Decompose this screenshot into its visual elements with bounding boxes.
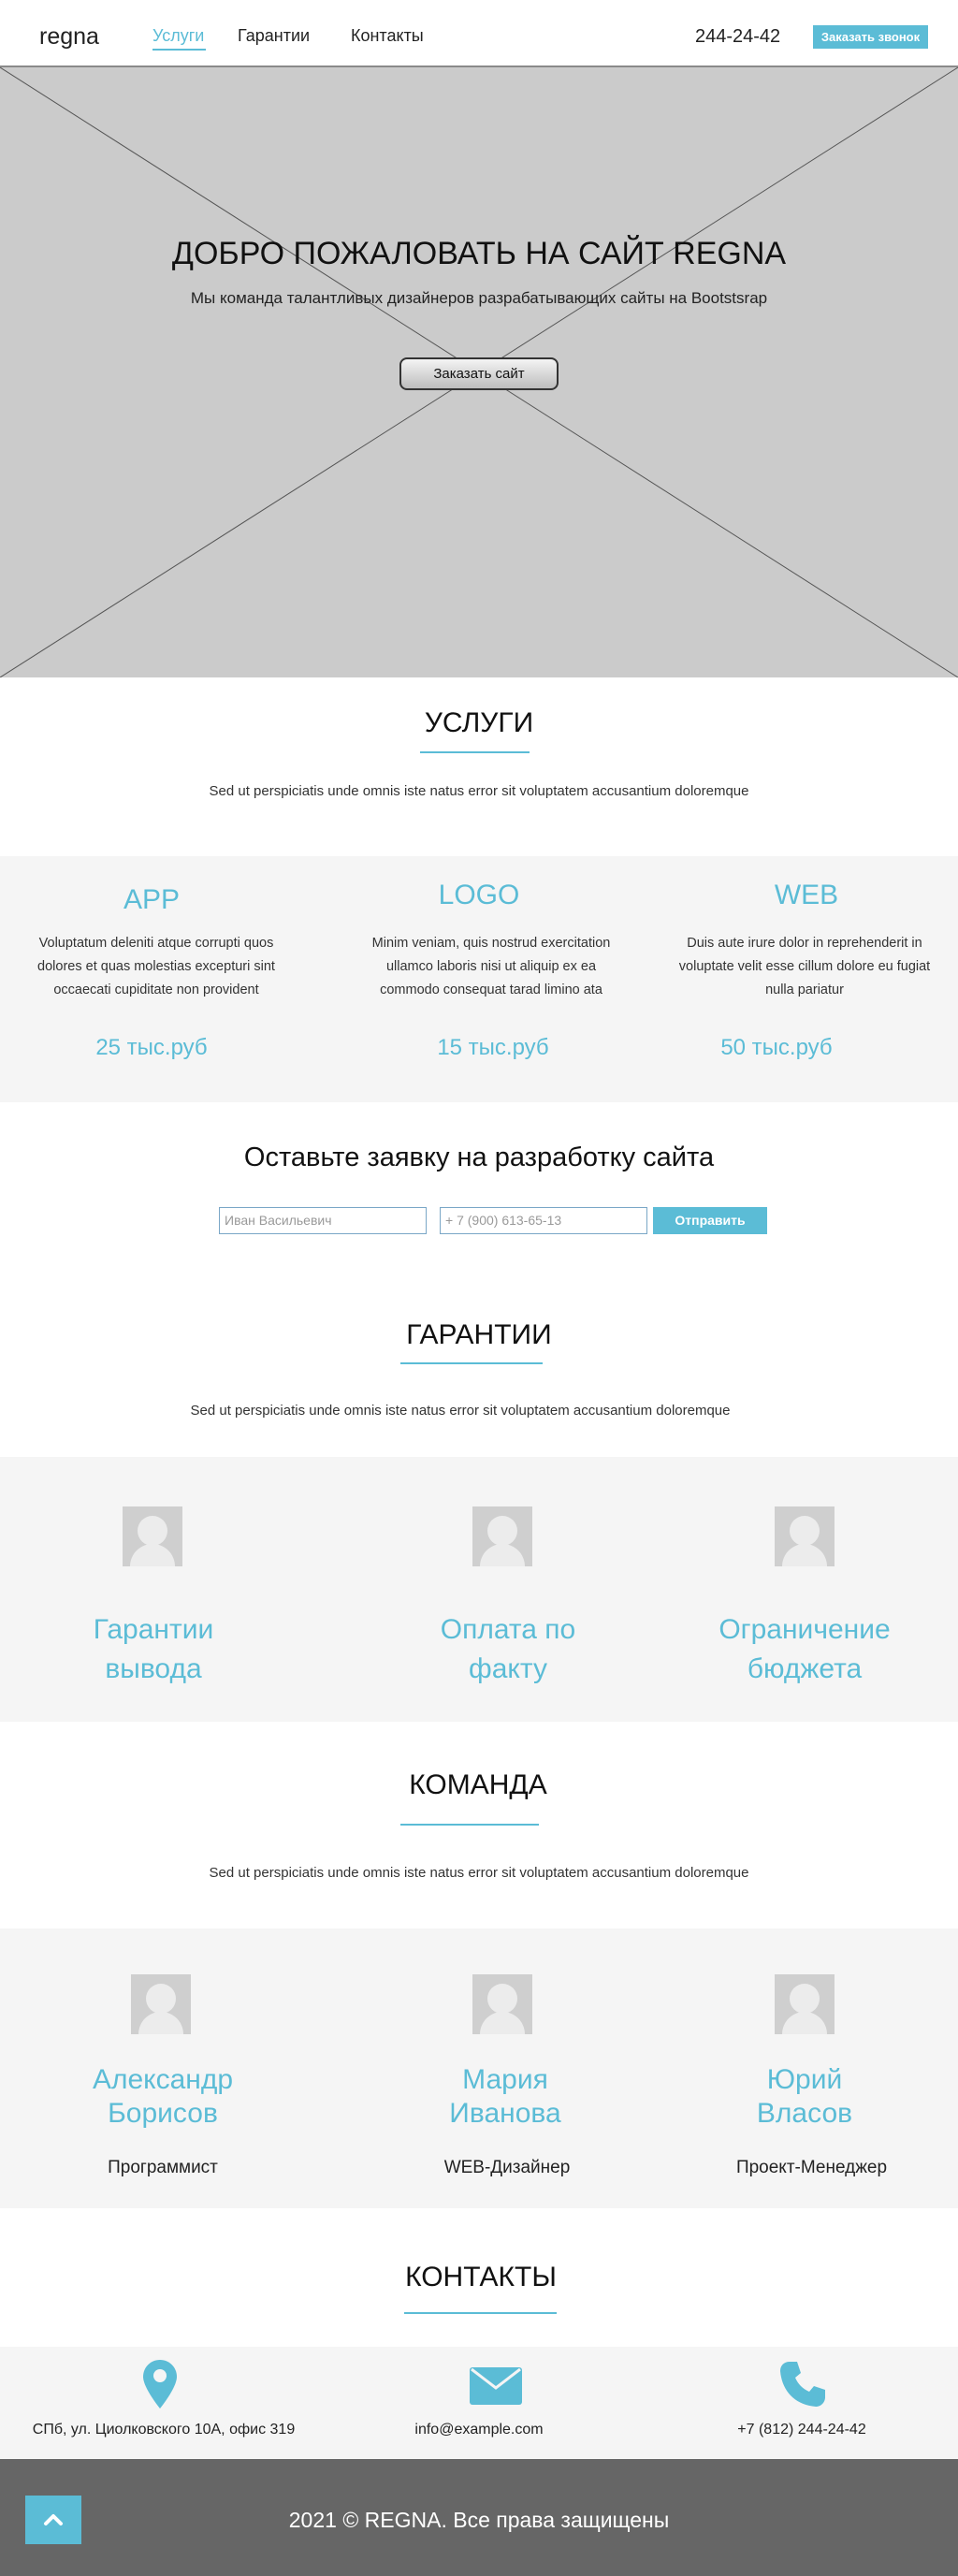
service-card-description: Voluptatum deleniti atque corrupti quos … <box>37 936 275 997</box>
team-member-last-name: Борисов <box>108 2098 218 2129</box>
contact-phone[interactable]: +7 (812) 244-24-42 <box>708 2422 895 2438</box>
team-member-name: Мария Иванова <box>393 2063 617 2131</box>
team-member-last-name: Власов <box>756 2098 853 2129</box>
site-header: regna Услуги Гарантии Контакты 244-24-42… <box>0 0 958 67</box>
team-member-role: Проект-Менеджер <box>735 2158 888 2177</box>
phone-icon[interactable] <box>778 2360 827 2409</box>
order-site-button[interactable]: Заказать сайт <box>399 357 559 390</box>
team-member-first-name: Юрий <box>766 2064 843 2095</box>
team-member-first-name: Мария <box>462 2064 548 2095</box>
guarantee-title: Ограничение бюджета <box>692 1610 917 1689</box>
service-card-price: 50 тыс.руб <box>720 1035 833 1060</box>
name-input[interactable]: Иван Васильевич <box>219 1207 427 1234</box>
service-card-title: APP <box>123 884 181 915</box>
services-title-underline <box>420 751 530 753</box>
guarantee-title-line: Ограничение <box>718 1614 891 1645</box>
copyright-text: 2021 © REGNA. Все права защищены <box>288 2508 670 2532</box>
guarantee-image-placeholder <box>123 1506 182 1566</box>
callback-button[interactable]: Заказать звонок <box>813 25 928 49</box>
guarantees-title: ГАРАНТИИ <box>406 1319 552 1350</box>
site-logo[interactable]: regna <box>39 23 99 51</box>
map-pin-icon <box>143 2360 177 2409</box>
guarantees-description: Sed ut perspiciatis unde omnis iste natu… <box>190 1403 731 1419</box>
team-title: КОМАНДА <box>409 1769 547 1800</box>
hero-subtitle: Мы команда талантливых дизайнеров разраб… <box>190 289 768 307</box>
contact-email[interactable]: info@example.com <box>385 2422 573 2438</box>
service-card-description: Minim veniam, quis nostrud exercitation … <box>371 936 611 997</box>
guarantee-image-placeholder <box>775 1506 835 1566</box>
nav-link-contacts[interactable]: Контакты <box>351 26 424 46</box>
team-member-last-name: Иванова <box>449 2098 561 2129</box>
request-form-title: Оставьте заявку на разработку сайта <box>243 1142 715 1172</box>
team-member-role: WEB-Дизайнер <box>443 2158 571 2177</box>
guarantees-title-underline <box>400 1362 543 1364</box>
service-card-price: 15 тыс.руб <box>437 1035 549 1060</box>
team-description: Sed ut perspiciatis unde omnis iste natu… <box>209 1865 749 1881</box>
guarantee-title-line: бюджета <box>747 1653 863 1684</box>
services-description: Sed ut perspiciatis unde omnis iste natu… <box>209 783 749 799</box>
team-member-photo <box>775 1974 835 2034</box>
service-card-title: WEB <box>774 880 839 910</box>
guarantee-title-line: Оплата по <box>440 1614 576 1645</box>
service-card-description: Duis aute irure dolor in reprehenderit i… <box>678 936 931 997</box>
guarantee-title-line: Гарантии <box>93 1614 214 1645</box>
hero-title: ДОБРО ПОЖАЛОВАТЬ НА САЙТ REGNA <box>171 236 787 271</box>
guarantee-title: Оплата по факту <box>391 1610 625 1689</box>
contacts-title: КОНТАКТЫ <box>405 2262 557 2292</box>
header-phone[interactable]: 244-24-42 <box>695 26 780 48</box>
submit-button[interactable]: Отправить <box>653 1207 767 1234</box>
team-member-name: Александр Борисов <box>51 2063 275 2131</box>
services-title: УСЛУГИ <box>424 707 534 738</box>
team-member-name: Юрий Власов <box>692 2063 917 2131</box>
nav-link-guarantees[interactable]: Гарантии <box>238 26 310 46</box>
guarantee-title: Гарантии вывода <box>41 1610 266 1689</box>
nav-link-services[interactable]: Услуги <box>152 26 204 46</box>
phone-input[interactable]: + 7 (900) 613-65-13 <box>440 1207 647 1234</box>
team-member-photo <box>131 1974 191 2034</box>
guarantee-image-placeholder <box>472 1506 532 1566</box>
contact-address: СПб, ул. Циолковского 10А, офис 319 <box>32 2422 296 2438</box>
team-member-photo <box>472 1974 532 2034</box>
team-member-role: Программист <box>108 2158 218 2177</box>
service-card-price: 25 тыс.руб <box>95 1035 208 1060</box>
contacts-title-underline <box>404 2312 557 2314</box>
team-title-underline <box>400 1824 539 1826</box>
nav-active-underline <box>152 49 206 51</box>
guarantee-title-line: факту <box>469 1653 547 1684</box>
envelope-icon[interactable] <box>470 2364 522 2405</box>
team-member-first-name: Александр <box>92 2064 234 2095</box>
hero-section: ДОБРО ПОЖАЛОВАТЬ НА САЙТ REGNA Мы команд… <box>0 67 958 677</box>
service-card-title: LOGO <box>438 880 520 910</box>
guarantee-title-line: вывода <box>105 1653 202 1684</box>
